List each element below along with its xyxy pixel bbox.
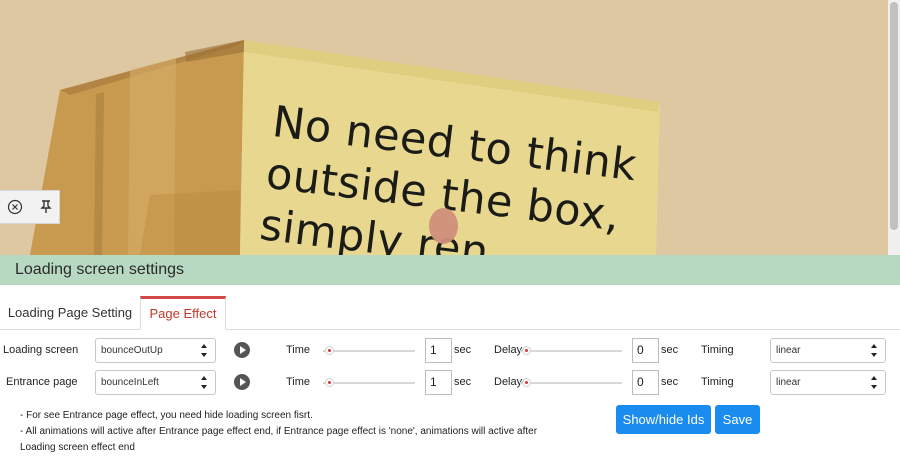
note-line: - All animations will active after Entra… — [20, 426, 538, 437]
time-unit: sec — [454, 344, 472, 356]
timing-label: Timing — [701, 344, 734, 356]
timing-select[interactable]: linear — [770, 370, 886, 395]
time-unit: sec — [454, 376, 472, 388]
scrollbar-thumb[interactable] — [890, 2, 898, 230]
tab-page-effect[interactable]: Page Effect — [140, 296, 226, 330]
time-slider[interactable] — [323, 346, 415, 355]
slider-handle[interactable] — [522, 378, 531, 387]
tab-loading-page-setting[interactable]: Loading Page Setting — [0, 296, 140, 330]
animation-select[interactable]: bounceInLeft — [95, 370, 216, 395]
row-label: Loading screen — [3, 344, 79, 356]
time-input[interactable]: 1 — [425, 338, 452, 363]
cursor-highlight — [429, 208, 458, 244]
pin-icon[interactable] — [37, 199, 54, 216]
delay-slider[interactable] — [520, 378, 622, 387]
select-arrows-icon — [201, 376, 208, 389]
time-label: Time — [286, 344, 311, 356]
delay-slider[interactable] — [520, 346, 622, 355]
row-label: Entrance page — [6, 376, 78, 388]
select-arrows-icon — [201, 344, 208, 357]
delay-unit: sec — [661, 344, 679, 356]
select-value: linear — [776, 377, 801, 388]
note-line: - For see Entrance page effect, you need… — [20, 410, 313, 421]
loading-screen-row: Loading screen bounceOutUp Time 1 sec De… — [0, 338, 900, 364]
delay-label: Delay — [494, 376, 523, 388]
preview-scrollbar[interactable] — [888, 0, 900, 255]
settings-header: Loading screen settings — [0, 255, 900, 285]
settings-title: Loading screen settings — [15, 261, 184, 278]
slider-handle[interactable] — [325, 346, 334, 355]
help-notes: - For see Entrance page effect, you need… — [20, 408, 600, 456]
note-line: Loading screen effect end — [20, 442, 135, 453]
app-window: No need to think outside the box, simply… — [0, 0, 900, 476]
select-arrows-icon — [871, 344, 878, 357]
time-slider[interactable] — [323, 378, 415, 387]
close-circle-icon[interactable] — [6, 199, 23, 216]
slider-handle[interactable] — [325, 378, 334, 387]
settings-tabs: Loading Page Setting Page Effect — [0, 296, 900, 330]
floating-toolbar — [0, 190, 60, 224]
entrance-page-row: Entrance page bounceInLeft Time 1 sec De… — [0, 370, 900, 396]
animation-select[interactable]: bounceOutUp — [95, 338, 216, 363]
timing-select[interactable]: linear — [770, 338, 886, 363]
select-value: linear — [776, 345, 801, 356]
delay-label: Delay — [494, 344, 523, 356]
play-preview-button[interactable] — [234, 374, 250, 390]
select-arrows-icon — [871, 376, 878, 389]
save-button[interactable]: Save — [715, 405, 760, 434]
play-preview-button[interactable] — [234, 342, 250, 358]
preview-area: No need to think outside the box, simply… — [0, 0, 888, 255]
select-value: bounceInLeft — [101, 377, 159, 388]
slider-handle[interactable] — [522, 346, 531, 355]
delay-input[interactable]: 0 — [632, 338, 659, 363]
delay-input[interactable]: 0 — [632, 370, 659, 395]
show-hide-ids-button[interactable]: Show/hide Ids — [616, 405, 711, 434]
time-label: Time — [286, 376, 311, 388]
time-input[interactable]: 1 — [425, 370, 452, 395]
delay-unit: sec — [661, 376, 679, 388]
timing-label: Timing — [701, 376, 734, 388]
select-value: bounceOutUp — [101, 345, 163, 356]
